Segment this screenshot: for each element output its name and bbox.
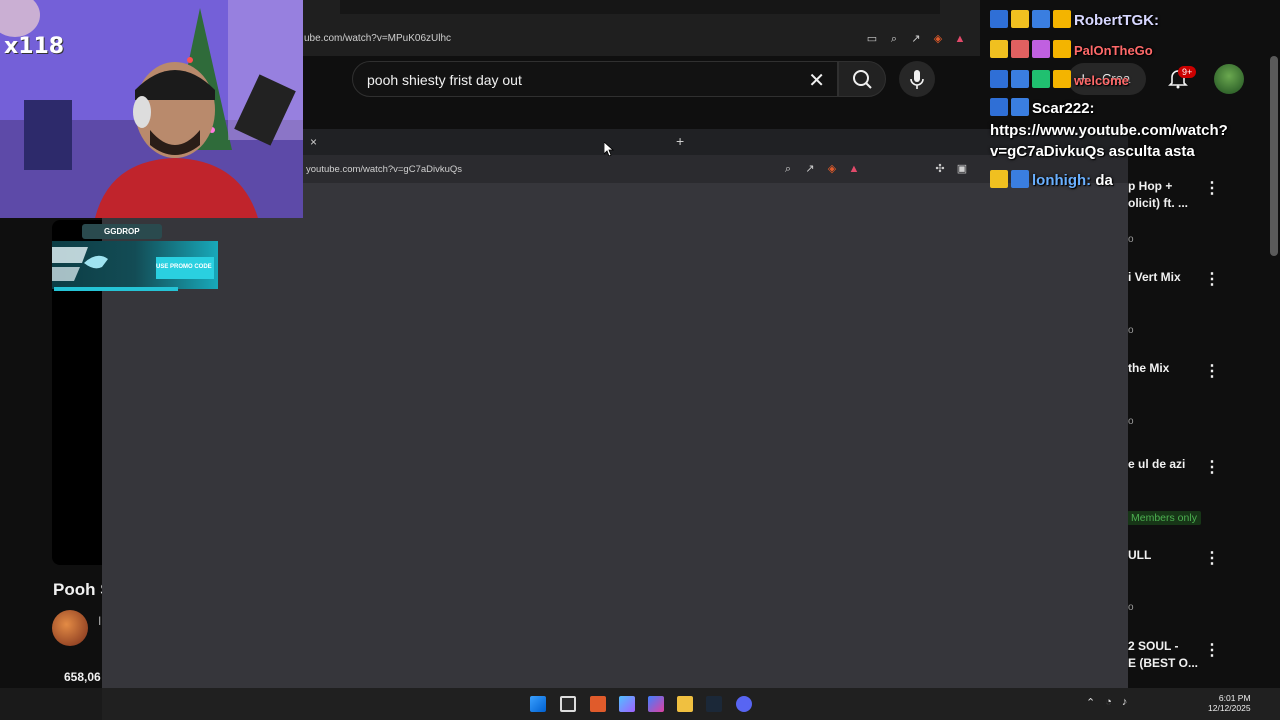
subscriber-badge-icon bbox=[1032, 10, 1050, 28]
brave-rewards-icon[interactable]: ▲ bbox=[848, 163, 860, 175]
browser-tabstrip bbox=[340, 0, 940, 14]
taskbar-left-area bbox=[0, 688, 102, 720]
chat-text: welcome bbox=[1074, 73, 1129, 88]
clock-date: 12/12/2025 bbox=[1208, 703, 1251, 713]
cast-icon[interactable]: ▭ bbox=[866, 33, 878, 45]
search-input[interactable]: pooh shiesty frist day out ✕ bbox=[352, 61, 838, 97]
chat-text: da bbox=[1095, 172, 1113, 189]
brave-shield-icon[interactable]: ◈ bbox=[826, 163, 838, 175]
chat-text: https://www.youtube.com/watch? bbox=[990, 122, 1228, 139]
volume-icon[interactable]: ♪ bbox=[1122, 696, 1128, 709]
close-tab-icon[interactable]: × bbox=[310, 135, 317, 149]
chat-message: welcome bbox=[990, 70, 1129, 88]
ggdrop-label: GGDROP bbox=[82, 224, 162, 239]
brave-shield-icon[interactable]: ◈ bbox=[932, 33, 944, 45]
brave-rewards-icon[interactable]: ▲ bbox=[954, 33, 966, 45]
webcam-overlay: x118 bbox=[0, 0, 303, 218]
search-value: pooh shiesty frist day out bbox=[367, 72, 522, 88]
address-bar[interactable]: youtube.com/watch?v=gC7aDivkuQs bbox=[306, 164, 462, 175]
bits-badge-icon bbox=[1053, 70, 1071, 88]
subscriber-badge-icon bbox=[1011, 40, 1029, 58]
ggdrop-card: USE PROMO CODE bbox=[52, 241, 218, 289]
share-icon[interactable]: ↗ bbox=[910, 33, 922, 45]
chat-username: Scar222: bbox=[1032, 100, 1095, 117]
start-button-icon[interactable] bbox=[530, 696, 546, 712]
more-options-icon[interactable]: ⋮ bbox=[1204, 640, 1220, 660]
moderator-badge-icon bbox=[990, 10, 1008, 28]
rec-meta: o bbox=[1128, 234, 1134, 245]
crown-badge-icon bbox=[1011, 10, 1029, 28]
chat-message: RobertTGK: bbox=[990, 10, 1159, 29]
more-options-icon[interactable]: ⋮ bbox=[1204, 361, 1220, 381]
office-icon[interactable] bbox=[648, 696, 664, 712]
steam-icon[interactable] bbox=[706, 696, 722, 712]
ggdrop-progress-bar bbox=[54, 287, 178, 291]
rec-meta: o bbox=[1128, 416, 1134, 427]
file-explorer-icon[interactable] bbox=[677, 696, 693, 712]
copilot-icon[interactable] bbox=[619, 696, 635, 712]
chat-message: lonhigh: da bbox=[990, 170, 1113, 189]
clear-search-icon[interactable]: ✕ bbox=[808, 68, 825, 93]
address-bar[interactable]: ube.com/watch?v=MPuK06zUlhc bbox=[304, 33, 451, 44]
chat-message: Scar222: bbox=[990, 98, 1095, 117]
network-icon[interactable]: ◔ bbox=[1105, 696, 1112, 709]
share-icon[interactable]: ↗ bbox=[804, 163, 816, 175]
zoom-icon[interactable]: ⌕ bbox=[888, 33, 900, 45]
show-hidden-icons-icon[interactable]: ⌃ bbox=[1086, 696, 1095, 709]
more-options-icon[interactable]: ⋮ bbox=[1204, 457, 1220, 477]
crown-badge-icon bbox=[990, 40, 1008, 58]
chat-message: PalOnTheGo bbox=[990, 40, 1153, 58]
bits-badge-icon bbox=[1053, 40, 1071, 58]
members-only-badge: Members only bbox=[1127, 511, 1201, 525]
clock-time: 6:01 PM bbox=[1218, 693, 1251, 703]
search-icon bbox=[853, 70, 872, 89]
gift-badge-icon bbox=[1032, 70, 1050, 88]
view-count: 658,06 bbox=[64, 670, 101, 684]
chat-username: PalOnTheGo bbox=[1074, 43, 1153, 58]
channel-avatar[interactable] bbox=[52, 610, 88, 646]
subscriber-badge-icon bbox=[1011, 98, 1029, 116]
task-view-icon[interactable] bbox=[560, 696, 576, 712]
extensions-icon[interactable]: ✣ bbox=[934, 163, 946, 175]
system-tray: ⌃ ◔ ♪ bbox=[1086, 696, 1127, 709]
microphone-icon bbox=[910, 70, 924, 89]
browser-toolbar: ube.com/watch?v=MPuK06zUlhc ▭ ⌕ ↗ ◈ ▲ bbox=[300, 0, 980, 56]
stream-chat-overlay: RobertTGK: PalOnTheGo welcome Scar222: h… bbox=[990, 8, 1280, 208]
crown-badge-icon bbox=[990, 170, 1008, 188]
subscriber-badge-icon bbox=[1011, 170, 1029, 188]
discord-icon[interactable] bbox=[736, 696, 752, 712]
chat-username: lonhigh: bbox=[1032, 172, 1092, 189]
sub-multiplier: x118 bbox=[4, 34, 65, 59]
webcam-scene bbox=[0, 0, 303, 218]
more-options-icon[interactable]: ⋮ bbox=[1204, 269, 1220, 289]
bits-badge-icon bbox=[1053, 10, 1071, 28]
taskbar-clock[interactable]: 6:01 PM 12/12/2025 bbox=[1208, 693, 1251, 713]
subscriber-badge-icon bbox=[1011, 70, 1029, 88]
chat-text: v=gC7aDivkuQs asculta asta bbox=[990, 143, 1195, 160]
new-tab-button[interactable]: + bbox=[676, 133, 684, 149]
mouse-cursor-icon bbox=[604, 142, 614, 156]
chat-username: RobertTGK: bbox=[1074, 12, 1159, 29]
channel-name[interactable]: I bbox=[98, 614, 101, 628]
ggdrop-overlay: GGDROP USE PROMO CODE bbox=[52, 224, 218, 294]
more-options-icon[interactable]: ⋮ bbox=[1204, 548, 1220, 568]
rec-meta: o bbox=[1128, 325, 1134, 336]
ggdrop-promo: USE PROMO CODE bbox=[156, 264, 212, 270]
rec-meta: o bbox=[1128, 602, 1134, 613]
sidebar-icon[interactable]: ▣ bbox=[956, 163, 968, 175]
moderator-badge-icon bbox=[990, 70, 1008, 88]
zoom-icon[interactable]: ⌕ bbox=[782, 163, 794, 175]
search-button[interactable] bbox=[838, 61, 886, 97]
voice-search-button[interactable] bbox=[899, 61, 935, 97]
brave-browser-icon[interactable] bbox=[590, 696, 606, 712]
gift-badge-icon bbox=[1032, 40, 1050, 58]
moderator-badge-icon bbox=[990, 98, 1008, 116]
